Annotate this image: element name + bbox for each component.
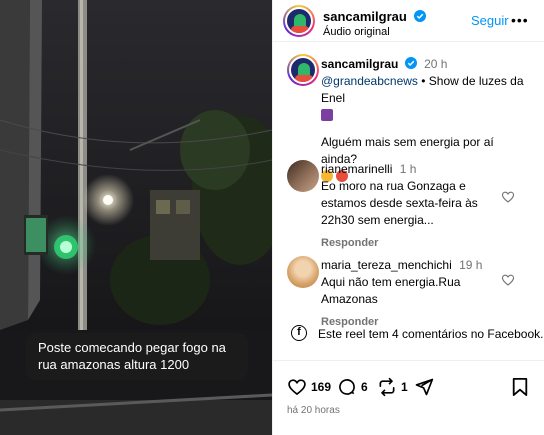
follow-button[interactable]: Seguir bbox=[471, 13, 509, 28]
video-caption: Poste comecando pegar fogo na rua amazon… bbox=[26, 333, 248, 380]
repost-count[interactable]: 1 bbox=[401, 380, 408, 394]
caption-avatar-image bbox=[289, 56, 317, 84]
share-action[interactable] bbox=[414, 377, 434, 397]
heart-icon[interactable] bbox=[501, 190, 515, 204]
more-options-icon[interactable]: ••• bbox=[511, 12, 529, 28]
audio-label[interactable]: Áudio original bbox=[323, 26, 426, 38]
comment-text: Aqui não tem energia.Rua Amazonas bbox=[321, 275, 461, 306]
facebook-comments-note[interactable]: f Este reel tem 4 comentários no Faceboo… bbox=[273, 318, 544, 350]
caption-emoji-row bbox=[321, 107, 533, 124]
heart-icon[interactable] bbox=[501, 273, 515, 287]
reel-video[interactable]: Poste comecando pegar fogo na rua amazon… bbox=[0, 0, 272, 435]
post-header: sancamilgrau Áudio original Seguir ••• bbox=[273, 0, 544, 42]
comment-bubble-icon[interactable] bbox=[337, 377, 357, 397]
like-action[interactable]: 169 bbox=[287, 377, 331, 397]
commenter-avatar[interactable] bbox=[287, 256, 319, 288]
mention-link[interactable]: @grandeabcnews bbox=[321, 74, 418, 88]
like-count[interactable]: 169 bbox=[311, 380, 331, 394]
comment-text: Eo moro na rua Gonzaga e estamos desde s… bbox=[321, 179, 478, 227]
commenter-avatar[interactable] bbox=[287, 160, 319, 192]
comment-action[interactable]: 6 bbox=[337, 377, 368, 397]
lightning-emoji-icon bbox=[321, 109, 333, 121]
author-avatar-image bbox=[285, 7, 313, 35]
commenter-username[interactable]: maria_tereza_menchichi bbox=[321, 258, 452, 272]
action-bar: 169 6 1 há 20 horas bbox=[273, 360, 544, 435]
repost-action[interactable]: 1 bbox=[377, 377, 408, 397]
reply-button[interactable]: Responder bbox=[321, 237, 497, 249]
bookmark-icon[interactable] bbox=[511, 377, 529, 397]
video-caption-text: Poste comecando pegar fogo na rua amazon… bbox=[38, 340, 226, 372]
paper-plane-icon[interactable] bbox=[414, 377, 434, 397]
comment-item: rianemarinelli 1 h Eo moro na rua Gonzag… bbox=[321, 161, 497, 249]
heart-icon[interactable] bbox=[287, 377, 307, 397]
author-avatar[interactable] bbox=[283, 5, 315, 37]
save-action[interactable] bbox=[511, 377, 529, 397]
repost-icon[interactable] bbox=[377, 377, 397, 397]
post-time-ago[interactable]: há 20 horas bbox=[287, 405, 340, 416]
caption-username[interactable]: sancamilgrau bbox=[321, 57, 398, 71]
facebook-icon: f bbox=[291, 325, 307, 341]
author-username[interactable]: sancamilgrau bbox=[323, 9, 407, 24]
post-side-panel: sancamilgrau Áudio original Seguir ••• s… bbox=[272, 0, 544, 435]
caption-avatar[interactable] bbox=[287, 54, 319, 86]
caption-time[interactable]: 20 h bbox=[424, 57, 447, 71]
comment-time[interactable]: 1 h bbox=[400, 162, 417, 176]
commenter-username[interactable]: rianemarinelli bbox=[321, 162, 392, 176]
comment-time[interactable]: 19 h bbox=[459, 258, 482, 272]
verified-badge-icon bbox=[404, 57, 417, 69]
facebook-note-text: Este reel tem 4 comentários no Facebook. bbox=[318, 327, 544, 341]
author-info: sancamilgrau Áudio original bbox=[323, 8, 427, 38]
verified-badge-icon bbox=[414, 10, 427, 22]
comment-count[interactable]: 6 bbox=[361, 380, 368, 394]
